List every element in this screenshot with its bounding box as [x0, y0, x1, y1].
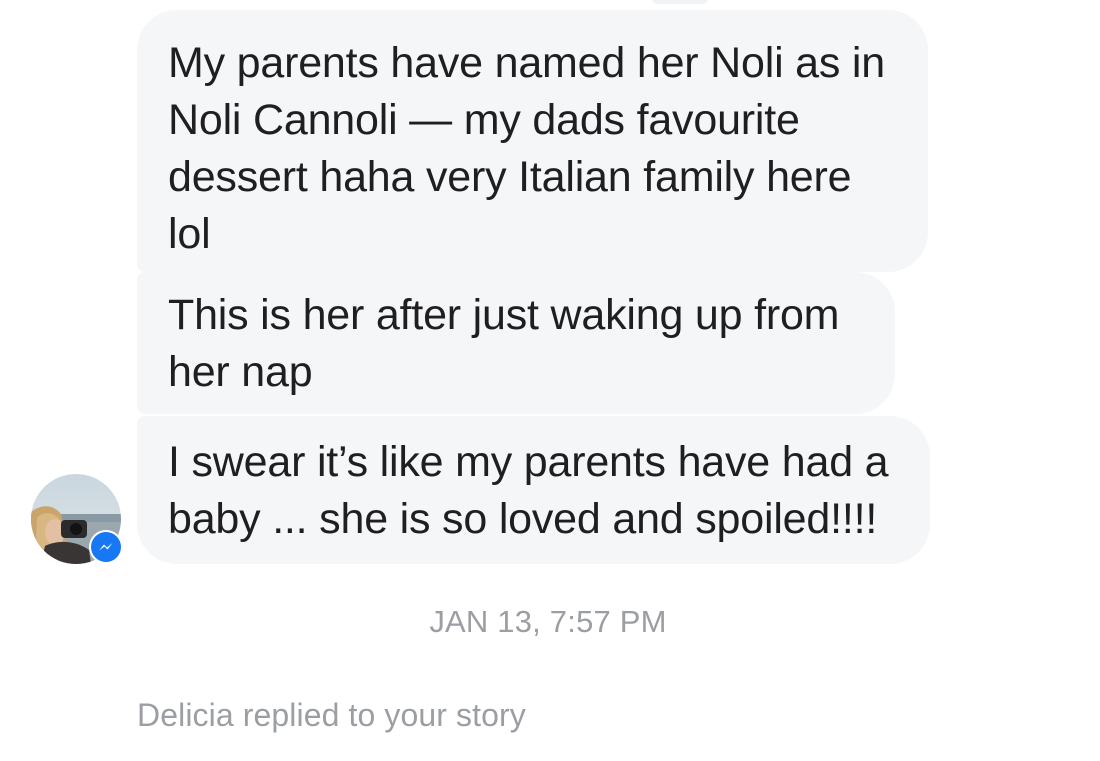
message-bubble[interactable]: My parents have named her Noli as in Nol… — [137, 10, 928, 272]
message-bubble[interactable]: This is her after just waking up from he… — [137, 272, 895, 414]
message-timestamp: JAN 13, 7:57 PM — [429, 604, 667, 639]
message-text-line: baby ... she is so loved and spoiled!!!! — [168, 495, 878, 543]
story-reply-note: Delicia replied to your story — [137, 697, 526, 733]
message-text-line: I swear it’s like my parents have had a — [168, 438, 889, 486]
message-text-line: dessert haha very Italian family here — [168, 153, 852, 201]
sender-avatar[interactable] — [31, 474, 123, 564]
previous-bubble-edge — [650, 0, 710, 4]
message-bubble[interactable]: I swear it’s like my parents have had a … — [137, 416, 930, 564]
message-text-line: This is her after just waking up from — [168, 291, 840, 339]
message-text-line: Noli Cannoli — my dads favourite — [168, 96, 800, 144]
message-text-line: My parents have named her Noli as in — [168, 39, 885, 87]
message-text-line: her nap — [168, 348, 313, 396]
message-text-line: lol — [168, 210, 211, 258]
messenger-badge-icon — [89, 530, 123, 564]
